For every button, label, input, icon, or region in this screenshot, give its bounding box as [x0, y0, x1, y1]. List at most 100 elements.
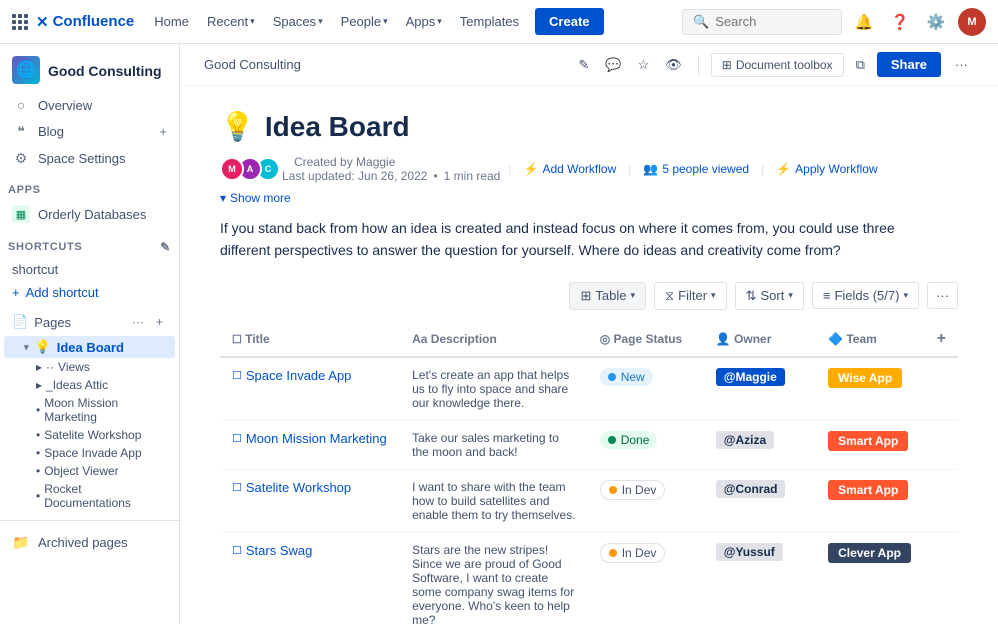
title-link[interactable]: ☐ Space Invade App	[232, 368, 388, 383]
meta-details: Last updated: Jun 26, 2022 • 1 min read	[282, 169, 500, 183]
space-name: Good Consulting	[48, 63, 162, 79]
nav-home[interactable]: Home	[146, 10, 197, 33]
title-link[interactable]: ☐ Stars Swag	[232, 543, 388, 558]
settings-icon: ⚙	[12, 150, 30, 167]
star-icon[interactable]: ☆	[634, 53, 654, 77]
nav-spaces[interactable]: Spaces▾	[265, 10, 331, 33]
tree-item-idea-board[interactable]: ▾ 💡 Idea Board	[4, 336, 175, 358]
status-badge: New	[600, 368, 653, 386]
fields-button[interactable]: ≡ Fields (5/7) ▾	[812, 282, 919, 309]
view-icon[interactable]: 👁	[661, 53, 686, 77]
pages-add-icon[interactable]: +	[152, 313, 167, 331]
th-add-col[interactable]: +	[925, 322, 958, 357]
nav-people[interactable]: People▾	[333, 10, 396, 33]
sidebar-item-label: Overview	[38, 98, 92, 113]
copy-icon[interactable]: ⧉	[852, 53, 869, 77]
cell-title: ☐ Stars Swag	[220, 532, 400, 624]
cell-status: In Dev	[588, 532, 704, 624]
comment-icon[interactable]: 💬	[601, 53, 625, 77]
apply-workflow-link[interactable]: ⚡ Apply Workflow	[776, 162, 877, 176]
shortcuts-edit-icon[interactable]: ✎	[160, 240, 171, 254]
tree-item-ideas-attic[interactable]: ▸ _Ideas Attic	[4, 376, 175, 394]
cell-owner: @Maggie	[704, 357, 816, 421]
create-button[interactable]: Create	[535, 8, 603, 35]
people-viewed-link[interactable]: 👥 5 people viewed	[643, 162, 749, 176]
table-view-button[interactable]: ⊞ Table ▾	[569, 282, 646, 310]
tree-item-satelite[interactable]: • Satelite Workshop	[4, 426, 175, 444]
tree-item-views[interactable]: ▸ ·· Views	[4, 358, 175, 376]
tree-item-moon-mission[interactable]: • Moon Mission Marketing	[4, 394, 175, 426]
table-label: Table	[595, 288, 626, 303]
title-link[interactable]: ☐ Moon Mission Marketing	[232, 431, 388, 446]
views-caret-icon: ▸	[36, 360, 42, 374]
filter-button[interactable]: ⧖ Filter ▾	[654, 282, 727, 310]
document-toolbox-button[interactable]: ⊞ Document toolbox	[711, 53, 844, 77]
satelite-label: Satelite Workshop	[44, 428, 141, 442]
cell-team: Smart App	[816, 420, 925, 469]
search-input[interactable]	[715, 14, 831, 29]
sidebar-item-orderly[interactable]: ▦ Orderly Databases	[4, 200, 175, 228]
sort-button[interactable]: ⇅ Sort ▾	[735, 282, 804, 310]
sidebar-item-settings[interactable]: ⚙ Space Settings	[4, 145, 175, 172]
sidebar: 🌐 Good Consulting ○ Overview ❝ Blog + ⚙ …	[0, 44, 180, 624]
th-desc-icon: Aa	[412, 332, 427, 346]
pages-more-icon[interactable]: ···	[128, 313, 148, 331]
page-icon: ☐	[232, 432, 242, 445]
edit-icon[interactable]: ✎	[575, 53, 594, 77]
sidebar-item-blog[interactable]: ❝ Blog +	[4, 118, 175, 145]
orderly-label: Orderly Databases	[38, 207, 146, 222]
pages-expand[interactable]: 📄 Pages	[12, 314, 71, 330]
toolbar-more-button[interactable]: ···	[927, 282, 958, 309]
sort-caret-icon: ▾	[788, 290, 793, 301]
status-dot	[608, 373, 616, 381]
add-workflow-label: Add Workflow	[542, 162, 616, 176]
grid-menu-icon[interactable]	[12, 14, 28, 30]
status-dot	[609, 549, 617, 557]
bullet-icon2: •	[36, 428, 40, 442]
tree-item-rocket-docs[interactable]: • Rocket Documentations	[4, 480, 175, 512]
sidebar-item-overview[interactable]: ○ Overview	[4, 92, 175, 118]
status-badge: In Dev	[600, 480, 666, 500]
overview-icon: ○	[12, 97, 30, 113]
filter-label: Filter	[678, 288, 707, 303]
nav-apps[interactable]: Apps▾	[398, 10, 450, 33]
breadcrumb: Good Consulting	[204, 57, 301, 72]
filter-icon: ⧖	[665, 288, 674, 304]
nav-recent[interactable]: Recent▾	[199, 10, 263, 33]
help-button[interactable]: ❓	[886, 8, 914, 36]
toolbox-label: Document toolbox	[736, 58, 833, 72]
shortcut-item[interactable]: shortcut	[4, 258, 175, 281]
settings-button[interactable]: ⚙️	[922, 8, 950, 36]
add-column-icon[interactable]: +	[937, 330, 946, 347]
show-more-button[interactable]: ▾ Show more	[220, 191, 958, 205]
search-box[interactable]: 🔍	[682, 9, 842, 35]
add-workflow-link[interactable]: ⚡ Add Workflow	[523, 162, 616, 176]
user-avatar[interactable]: M	[958, 8, 986, 36]
add-shortcut-button[interactable]: + Add shortcut	[4, 281, 175, 304]
team-tag: Wise App	[828, 368, 902, 388]
table-row: ☐ Stars Swag Stars are the new stripes! …	[220, 532, 958, 624]
tree-item-space-invade[interactable]: • Space Invade App	[4, 444, 175, 462]
table-row: ☐ Satelite Workshop I want to share with…	[220, 469, 958, 532]
table-row: ☐ Space Invade App Let's create an app t…	[220, 357, 958, 421]
bullet-icon: •	[36, 403, 40, 417]
cell-description: Stars are the new stripes! Since we are …	[400, 532, 588, 624]
cell-team: Clever App	[816, 532, 925, 624]
tree-item-object-viewer[interactable]: • Object Viewer	[4, 462, 175, 480]
title-link[interactable]: ☐ Satelite Workshop	[232, 480, 388, 495]
team-tag: Clever App	[828, 543, 911, 563]
nav-templates[interactable]: Templates	[452, 10, 527, 33]
more-options-button[interactable]: ···	[949, 53, 974, 76]
share-button[interactable]: Share	[877, 52, 941, 77]
table-toolbar: ⊞ Table ▾ ⧖ Filter ▾ ⇅ Sort ▾ ≡ Fields (…	[220, 282, 958, 310]
toolbox-icon: ⊞	[722, 58, 732, 72]
owner-tag: @Yussuf	[716, 543, 783, 561]
top-navigation: ✕ Confluence Home Recent▾ Spaces▾ People…	[0, 0, 998, 44]
sidebar-item-archived[interactable]: 📁 Archived pages	[4, 529, 175, 556]
th-owner-icon: 👤	[716, 332, 731, 346]
blog-add-icon[interactable]: +	[159, 124, 167, 139]
fields-caret-icon: ▾	[903, 290, 908, 301]
confluence-logo[interactable]: ✕ Confluence	[36, 13, 134, 31]
cell-add	[925, 532, 958, 624]
notifications-button[interactable]: 🔔	[850, 8, 878, 36]
